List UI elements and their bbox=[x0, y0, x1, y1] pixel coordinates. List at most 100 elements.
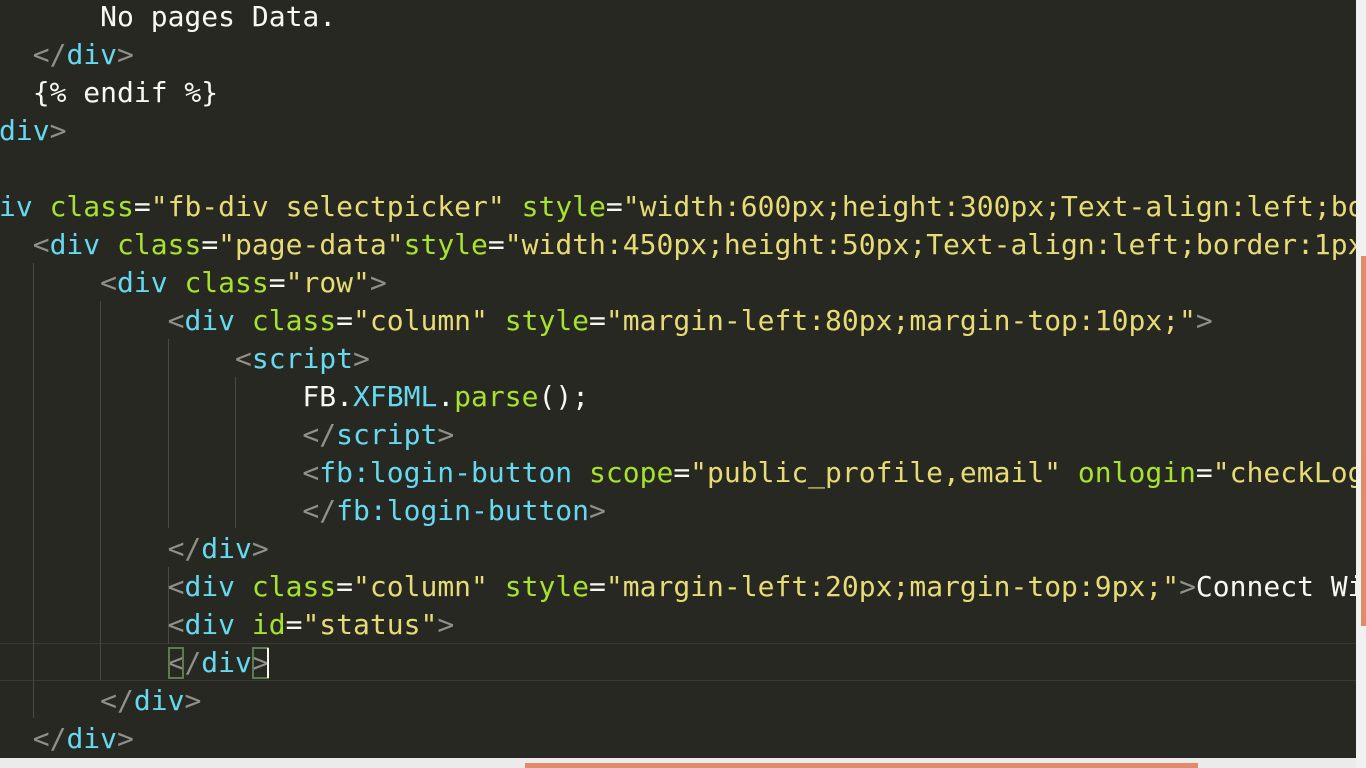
code-token: "row" bbox=[285, 266, 370, 299]
code-token: > bbox=[117, 722, 134, 755]
code-token: </ bbox=[0, 684, 134, 717]
code-token: div bbox=[66, 38, 118, 71]
code-line[interactable]: <script> bbox=[0, 340, 370, 378]
code-line[interactable]: </script> bbox=[0, 416, 454, 454]
code-token: < bbox=[0, 456, 320, 489]
code-token: div bbox=[201, 646, 252, 679]
code-token: "status" bbox=[302, 608, 438, 641]
code-token: < bbox=[0, 266, 118, 299]
code-token: onlogin bbox=[1077, 456, 1196, 489]
code-token: "column" bbox=[353, 304, 488, 337]
vertical-scrollbar-thumb[interactable] bbox=[1361, 256, 1366, 626]
code-token: script bbox=[251, 342, 354, 375]
code-token: "public_profile,email" bbox=[690, 456, 1062, 489]
code-editor[interactable]: No pages Data. </div> {% endif %} div> iv … bbox=[0, 0, 1356, 758]
code-token: > bbox=[49, 114, 67, 147]
code-token: = bbox=[487, 228, 505, 261]
code-token: = bbox=[336, 304, 354, 337]
code-line[interactable]: </div> bbox=[0, 720, 134, 758]
code-token: "column" bbox=[353, 570, 488, 603]
code-token: iv bbox=[0, 190, 50, 223]
code-line[interactable]: <div class="column" style="margin-left:2… bbox=[0, 568, 1356, 606]
code-token: > bbox=[251, 532, 269, 565]
code-token: > bbox=[437, 418, 455, 451]
code-line[interactable]: <div class="column" style="margin-left:8… bbox=[0, 302, 1213, 340]
code-line[interactable]: iv class="fb-div selectpicker" style="wi… bbox=[0, 188, 1356, 226]
code-token: scope bbox=[589, 456, 674, 489]
code-line[interactable]: <div class="row"> bbox=[0, 264, 387, 302]
code-token: "width:450px;height:50px;Text-align:left… bbox=[504, 228, 1356, 261]
code-token: < bbox=[0, 608, 185, 641]
code-line[interactable]: <div class="page-data"style="width:450px… bbox=[0, 226, 1356, 264]
code-token: fb:login-button bbox=[336, 494, 590, 527]
code-token: = bbox=[336, 570, 354, 603]
code-token: < bbox=[0, 228, 50, 261]
code-token: "width:600px;height:300px;Text-align:lef… bbox=[622, 190, 1356, 223]
code-token: fb:login-button bbox=[319, 456, 590, 489]
code-line[interactable]: </div> bbox=[0, 644, 269, 682]
code-token: class bbox=[184, 266, 269, 299]
code-token: = bbox=[268, 266, 286, 299]
code-token: div bbox=[49, 228, 118, 261]
code-token: > bbox=[353, 342, 370, 375]
code-token: {% endif %} bbox=[0, 76, 219, 109]
code-token: div bbox=[184, 304, 252, 337]
code-token: . bbox=[437, 380, 455, 413]
code-line[interactable]: {% endif %} bbox=[0, 74, 218, 112]
code-token: parse bbox=[454, 380, 539, 413]
code-token: = bbox=[1195, 456, 1213, 489]
code-line[interactable]: FB.XFBML.parse(); bbox=[0, 378, 589, 416]
code-token: "margin-left:80px;margin-top:10px;" bbox=[605, 304, 1196, 337]
code-token: "margin-left:20px;margin-top:9px;" bbox=[605, 570, 1180, 603]
code-token: "checkLog bbox=[1212, 456, 1356, 489]
code-token: "page-data" bbox=[218, 228, 404, 261]
code-line[interactable]: </div> bbox=[0, 530, 269, 568]
code-token: < bbox=[0, 570, 185, 603]
code-line[interactable]: </div> bbox=[0, 36, 134, 74]
code-token: div bbox=[184, 570, 252, 603]
code-line[interactable]: <div id="status"> bbox=[0, 606, 455, 644]
code-token: </ bbox=[0, 494, 337, 527]
code-line[interactable]: </div> bbox=[0, 682, 201, 720]
code-token: class bbox=[117, 228, 202, 261]
code-token: > bbox=[1195, 304, 1213, 337]
text-cursor bbox=[267, 648, 269, 678]
code-line[interactable]: div> bbox=[0, 112, 66, 150]
code-token: = bbox=[133, 190, 151, 223]
horizontal-scrollbar-thumb[interactable] bbox=[525, 763, 1198, 768]
code-token: id bbox=[251, 608, 286, 641]
code-token: = bbox=[589, 570, 606, 603]
code-line[interactable]: </fb:login-button> bbox=[0, 492, 606, 530]
code-token: > bbox=[437, 608, 455, 641]
code-token: div bbox=[184, 608, 252, 641]
code-token: > bbox=[589, 494, 606, 527]
code-token: = bbox=[285, 608, 303, 641]
code-token: = bbox=[673, 456, 691, 489]
code-token: div bbox=[201, 532, 252, 565]
code-token: > bbox=[117, 38, 134, 71]
code-token: "fb-div selectpicker" bbox=[150, 190, 505, 223]
code-token: div bbox=[0, 114, 50, 147]
code-token: div bbox=[133, 684, 185, 717]
code-token: </ bbox=[0, 722, 67, 755]
code-token: = bbox=[201, 228, 219, 261]
code-token: < bbox=[0, 304, 185, 337]
code-line[interactable]: No pages Data. bbox=[0, 0, 336, 36]
code-token: FB. bbox=[0, 380, 354, 413]
code-token: > bbox=[184, 684, 202, 717]
code-line[interactable]: <fb:login-button scope="public_profile,e… bbox=[0, 454, 1356, 492]
code-token: div bbox=[66, 722, 118, 755]
code-token: style bbox=[504, 570, 590, 603]
code-token: > bbox=[369, 266, 387, 299]
matched-bracket: < bbox=[167, 646, 185, 679]
code-token: class bbox=[49, 190, 134, 223]
code-token: </ bbox=[0, 38, 67, 71]
code-token: = bbox=[589, 304, 606, 337]
code-token: = bbox=[605, 190, 623, 223]
code-token: class bbox=[251, 304, 337, 337]
code-token: (); bbox=[538, 380, 590, 413]
